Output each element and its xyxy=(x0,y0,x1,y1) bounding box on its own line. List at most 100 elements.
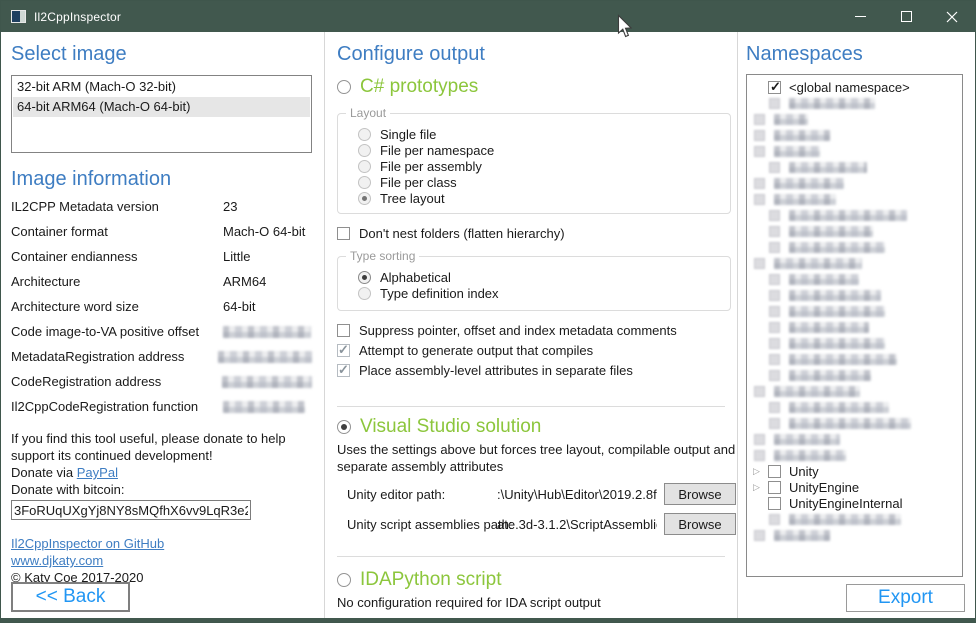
unity-script-assemblies-path-value[interactable]: ate.3d-3.1.2\ScriptAssemblies xyxy=(497,517,657,532)
layout-option[interactable]: File per assembly xyxy=(358,158,722,174)
checkbox-icon xyxy=(337,344,350,357)
namespace-row-redacted xyxy=(751,239,960,255)
layout-groupbox-label: Layout xyxy=(346,106,390,120)
unity-editor-path-label: Unity editor path: xyxy=(347,487,497,502)
redacted-checkbox xyxy=(769,226,780,237)
namespace-label: <global namespace> xyxy=(789,80,910,95)
bitcoin-address-input[interactable] xyxy=(11,500,251,520)
namespace-row[interactable]: UnityEngineInternal xyxy=(751,495,960,511)
info-label: Architecture xyxy=(11,274,223,289)
type-sorting-groupbox: Type sorting AlphabeticalType definition… xyxy=(337,256,731,311)
namespace-row[interactable]: ▷UnityEngine xyxy=(751,479,960,495)
info-row: Architecture word size64-bit xyxy=(11,299,312,324)
radio-icon xyxy=(358,192,371,205)
visual-studio-solution-radio[interactable]: Visual Studio solution xyxy=(337,416,737,438)
redacted-namespace-label xyxy=(789,306,885,317)
radio-icon xyxy=(337,420,351,434)
namespace-row-redacted xyxy=(751,383,960,399)
radio-icon xyxy=(358,128,371,141)
website-link[interactable]: www.djkaty.com xyxy=(11,553,103,568)
visual-studio-description: Uses the settings above but forces tree … xyxy=(337,441,737,475)
redacted-namespace-label xyxy=(789,402,889,413)
namespace-checkbox[interactable] xyxy=(768,481,781,494)
layout-option[interactable]: Tree layout xyxy=(358,190,722,206)
separator xyxy=(337,406,725,407)
redacted-checkbox xyxy=(754,194,765,205)
redacted-namespace-label xyxy=(789,98,875,109)
select-image-panel: Select image 32-bit ARM (Mach-O 32-bit)6… xyxy=(1,32,324,618)
info-row: Container endiannessLittle xyxy=(11,249,312,274)
image-info-table: IL2CPP Metadata version23Container forma… xyxy=(11,199,312,424)
idapython-script-radio[interactable]: IDAPython script xyxy=(337,569,737,591)
unity-editor-browse-button[interactable]: Browse xyxy=(664,483,736,505)
window-title: Il2CppInspector xyxy=(34,10,121,24)
close-icon xyxy=(946,11,958,23)
redacted-namespace-label xyxy=(789,290,881,301)
namespace-row[interactable]: ▷Unity xyxy=(751,463,960,479)
radio-icon xyxy=(358,287,371,300)
namespace-checkbox[interactable] xyxy=(768,81,781,94)
export-button[interactable]: Export xyxy=(846,584,965,612)
back-button[interactable]: << Back xyxy=(11,582,130,612)
redacted-checkbox xyxy=(769,402,780,413)
redacted-checkbox xyxy=(754,386,765,397)
close-button[interactable] xyxy=(929,1,975,32)
app-window: Il2CppInspector Select image 32-bit ARM … xyxy=(0,0,976,623)
redacted-namespace-label xyxy=(774,194,836,205)
expand-arrow-icon[interactable]: ▷ xyxy=(753,479,768,495)
info-label: Container format xyxy=(11,224,223,239)
type-sorting-option[interactable]: Alphabetical xyxy=(358,269,722,285)
redacted-checkbox xyxy=(769,354,780,365)
unity-editor-path-value[interactable]: :\Unity\Hub\Editor\2019.2.8f1 xyxy=(497,487,657,502)
info-label: MetadataRegistration address xyxy=(11,349,218,364)
redacted-namespace-label xyxy=(774,178,844,189)
layout-option[interactable]: File per namespace xyxy=(358,142,722,158)
image-listbox[interactable]: 32-bit ARM (Mach-O 32-bit)64-bit ARM64 (… xyxy=(11,75,312,153)
namespace-row[interactable]: <global namespace> xyxy=(751,79,960,95)
flatten-hierarchy-checkbox[interactable]: Don't nest folders (flatten hierarchy) xyxy=(337,226,737,241)
paypal-link[interactable]: PayPal xyxy=(77,465,118,480)
minimize-button[interactable] xyxy=(837,1,883,32)
namespace-checkbox[interactable] xyxy=(768,497,781,510)
namespace-row-redacted xyxy=(751,223,960,239)
checkbox-row[interactable]: Place assembly-level attributes in separ… xyxy=(337,363,737,378)
redacted-checkbox xyxy=(754,146,765,157)
checkbox-row[interactable]: Suppress pointer, offset and index metad… xyxy=(337,323,737,338)
redacted-value xyxy=(222,376,312,388)
namespace-row-redacted xyxy=(751,271,960,287)
namespaces-list[interactable]: <global namespace> ▷Unity▷UnityEngineUnit… xyxy=(746,74,963,577)
type-sorting-option[interactable]: Type definition index xyxy=(358,285,722,301)
namespace-checkbox[interactable] xyxy=(768,465,781,478)
image-list-item[interactable]: 32-bit ARM (Mach-O 32-bit) xyxy=(13,77,310,97)
configure-output-panel: Configure output C# prototypes Layout Si… xyxy=(325,32,737,618)
redacted-checkbox xyxy=(769,418,780,429)
radio-label: File per assembly xyxy=(380,159,482,174)
layout-option[interactable]: File per class xyxy=(358,174,722,190)
namespace-row-redacted xyxy=(751,255,960,271)
redacted-namespace-label xyxy=(774,386,860,397)
csharp-prototypes-radio[interactable]: C# prototypes xyxy=(337,76,737,98)
maximize-button[interactable] xyxy=(883,1,929,32)
unity-script-assemblies-browse-button[interactable]: Browse xyxy=(664,513,736,535)
namespace-row-redacted xyxy=(751,303,960,319)
redacted-checkbox xyxy=(754,178,765,189)
content-area: Select image 32-bit ARM (Mach-O 32-bit)6… xyxy=(1,32,975,618)
redacted-value xyxy=(223,326,311,338)
output-option-checkboxes: Suppress pointer, offset and index metad… xyxy=(337,323,737,378)
expand-arrow-icon[interactable]: ▷ xyxy=(753,463,768,479)
layout-groupbox: Layout Single fileFile per namespaceFile… xyxy=(337,113,731,214)
layout-option[interactable]: Single file xyxy=(358,126,722,142)
redacted-namespace-label xyxy=(789,210,907,221)
github-link[interactable]: Il2CppInspector on GitHub xyxy=(11,536,164,551)
info-label: Il2CppCodeRegistration function xyxy=(11,399,223,414)
redacted-namespace-label xyxy=(774,258,862,269)
image-list-item[interactable]: 64-bit ARM64 (Mach-O 64-bit) xyxy=(13,97,310,117)
info-label: IL2CPP Metadata version xyxy=(11,199,223,214)
info-row: Container formatMach-O 64-bit xyxy=(11,224,312,249)
checkbox-row[interactable]: Attempt to generate output that compiles xyxy=(337,343,737,358)
redacted-checkbox xyxy=(769,290,780,301)
radio-icon xyxy=(358,271,371,284)
radio-icon xyxy=(337,80,351,94)
radio-label: Single file xyxy=(380,127,436,142)
namespace-row-redacted xyxy=(751,415,960,431)
